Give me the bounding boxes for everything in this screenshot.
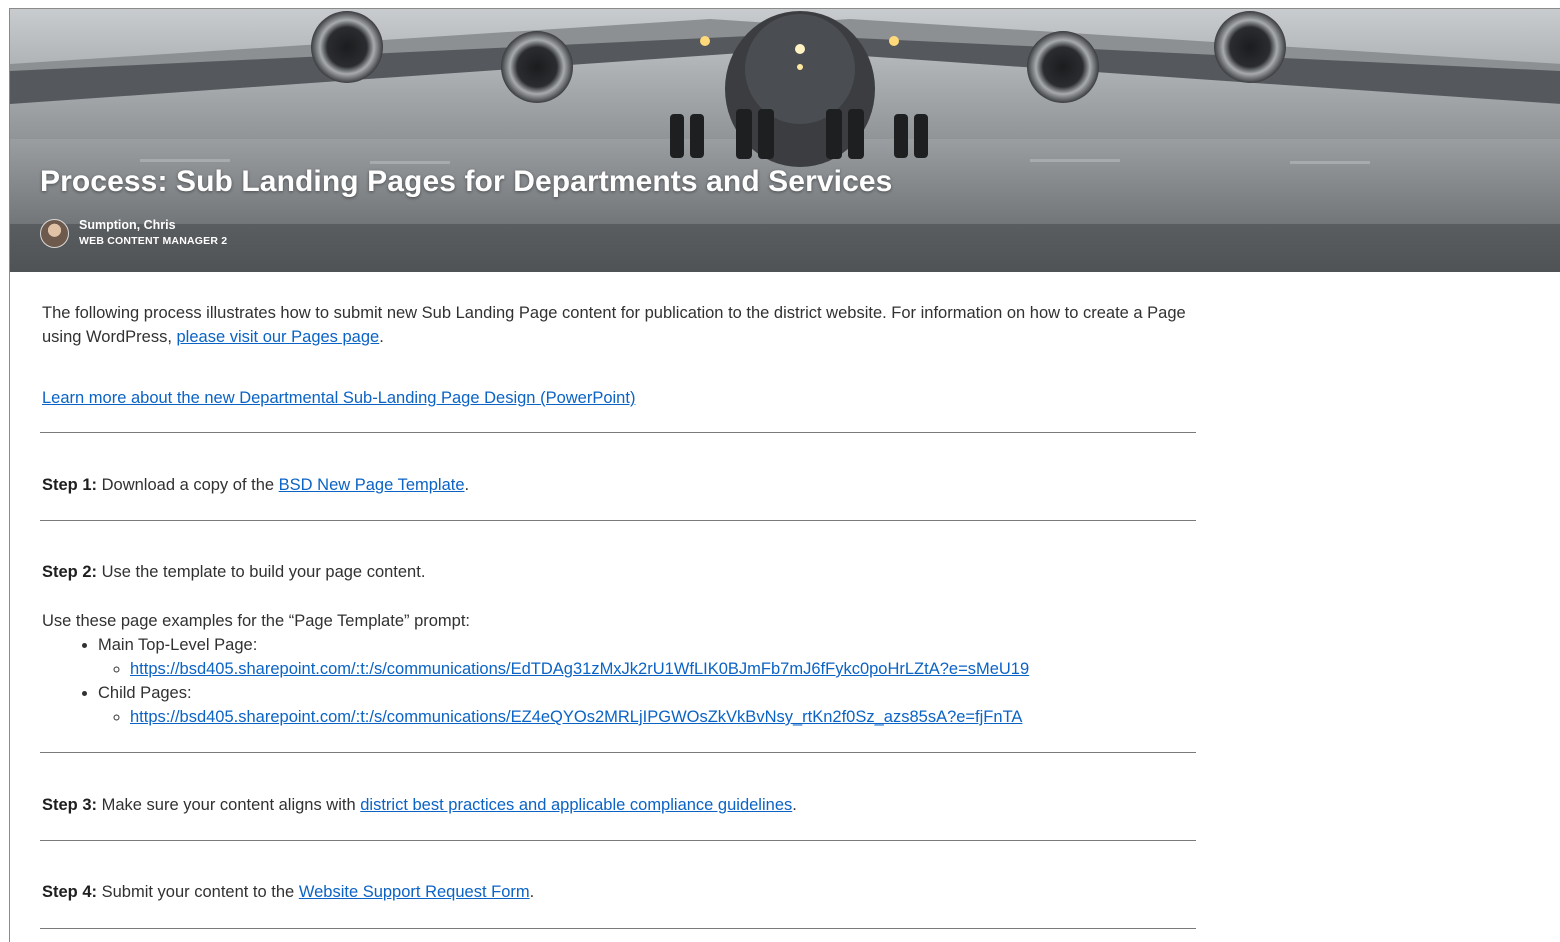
step-4: Step 4: Submit your content to the Websi… xyxy=(42,880,534,904)
examples-list: Main Top-Level Page: https://bsd405.shar… xyxy=(42,633,1029,729)
page-frame: Process: Sub Landing Pages for Departmen… xyxy=(9,8,1560,942)
avatar[interactable] xyxy=(40,218,69,248)
step-1: Step 1: Download a copy of the BSD New P… xyxy=(42,473,469,497)
hero-banner: Process: Sub Landing Pages for Departmen… xyxy=(10,9,1560,272)
intro-end: . xyxy=(379,328,384,346)
child-page-example-link[interactable]: https://bsd405.sharepoint.com/:t:/s/comm… xyxy=(130,708,1022,726)
example-label: Child Pages: xyxy=(98,684,192,702)
examples-intro: Use these page examples for the “Page Te… xyxy=(42,612,471,630)
step-end: . xyxy=(529,883,535,901)
pages-page-link[interactable]: please visit our Pages page xyxy=(177,328,380,346)
step-text: Submit your content to the xyxy=(101,883,299,901)
author-role: WEB CONTENT MANAGER 2 xyxy=(79,235,228,247)
learn-more-paragraph: Learn more about the new Departmental Su… xyxy=(42,386,635,410)
step-2: Step 2: Use the template to build your p… xyxy=(42,560,425,584)
author-byline[interactable]: Sumption, Chris WEB CONTENT MANAGER 2 xyxy=(40,217,227,249)
main-page-example-link[interactable]: https://bsd405.sharepoint.com/:t:/s/comm… xyxy=(130,660,1029,678)
step-text: Use the template to build your page cont… xyxy=(101,563,426,581)
divider xyxy=(40,520,1196,521)
step-text: Make sure your content aligns with xyxy=(101,796,361,814)
author-info: Sumption, Chris WEB CONTENT MANAGER 2 xyxy=(79,217,227,249)
author-name[interactable]: Sumption, Chris xyxy=(79,217,227,233)
page-title: Process: Sub Landing Pages for Departmen… xyxy=(40,165,893,198)
intro-paragraph: The following process illustrates how to… xyxy=(42,301,1197,349)
compliance-guidelines-link[interactable]: district best practices and applicable c… xyxy=(360,796,792,814)
step-label: Step 2: xyxy=(42,563,98,581)
example-label: Main Top-Level Page: xyxy=(98,636,258,654)
list-item: https://bsd405.sharepoint.com/:t:/s/comm… xyxy=(130,657,1029,681)
page-template-link[interactable]: BSD New Page Template xyxy=(279,476,465,494)
list-item: https://bsd405.sharepoint.com/:t:/s/comm… xyxy=(130,705,1029,729)
step-3: Step 3: Make sure your content aligns wi… xyxy=(42,793,797,817)
divider xyxy=(40,752,1196,753)
list-item: Child Pages: https://bsd405.sharepoint.c… xyxy=(98,681,1029,729)
sublist: https://bsd405.sharepoint.com/:t:/s/comm… xyxy=(98,705,1029,729)
step-end: . xyxy=(464,476,470,494)
support-request-form-link[interactable]: Website Support Request Form xyxy=(299,883,530,901)
list-item: Main Top-Level Page: https://bsd405.shar… xyxy=(98,633,1029,681)
step-end: . xyxy=(792,796,797,814)
divider xyxy=(40,928,1196,929)
step-label: Step 1: xyxy=(42,476,98,494)
sublist: https://bsd405.sharepoint.com/:t:/s/comm… xyxy=(98,657,1029,681)
divider xyxy=(40,432,1196,433)
page-examples: Use these page examples for the “Page Te… xyxy=(42,609,1029,729)
step-label: Step 3: xyxy=(42,796,98,814)
step-label: Step 4: xyxy=(42,883,98,901)
divider xyxy=(40,840,1196,841)
learn-more-link[interactable]: Learn more about the new Departmental Su… xyxy=(42,389,635,407)
banner-shade xyxy=(10,224,1560,272)
step-text: Download a copy of the xyxy=(101,476,279,494)
